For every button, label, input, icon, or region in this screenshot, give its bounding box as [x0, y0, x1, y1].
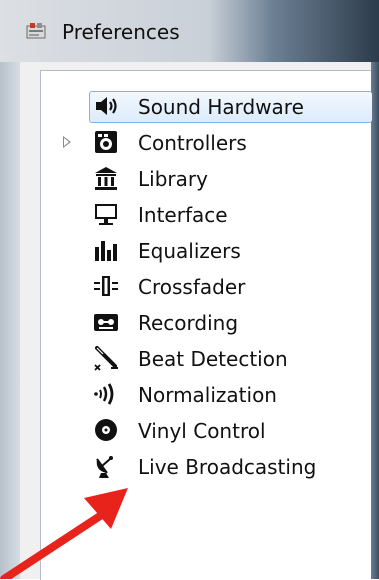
tree-item-label: Crossfader — [138, 275, 246, 299]
tree-item-label: Live Broadcasting — [138, 455, 317, 479]
crossfader-icon — [94, 276, 118, 296]
tree-item-interface[interactable]: Interface — [41, 198, 371, 232]
monitor-icon — [95, 204, 117, 225]
tree-item-label: Beat Detection — [138, 347, 288, 371]
tree-item-normalization[interactable]: Normalization — [41, 378, 371, 412]
tree-item-live-broadcasting[interactable]: Live Broadcasting — [41, 450, 371, 484]
tree-item-library[interactable]: Library — [41, 162, 371, 196]
satellite-dish-icon — [96, 456, 113, 478]
tree-item-equalizers[interactable]: Equalizers — [41, 234, 371, 268]
tree-item-controllers[interactable]: Controllers — [41, 126, 371, 160]
title-bar[interactable]: Preferences — [0, 0, 379, 62]
tree-item-label: Library — [138, 167, 208, 191]
tree-item-label: Sound Hardware — [138, 95, 304, 119]
beat-detection-icon — [94, 346, 118, 371]
tree-item-label: Normalization — [138, 383, 277, 407]
window-frame-left — [0, 62, 20, 579]
expand-arrow-icon[interactable] — [63, 136, 71, 148]
window-title: Preferences — [62, 20, 180, 44]
tree-item-beat-detection[interactable]: Beat Detection — [41, 342, 371, 376]
speaker-icon — [96, 97, 117, 115]
tree-item-vinyl-control[interactable]: Vinyl Control — [41, 414, 371, 448]
equalizer-icon — [95, 241, 117, 261]
window-frame-right — [371, 62, 379, 579]
tree-item-recording[interactable]: Recording — [41, 306, 371, 340]
tree-item-label: Vinyl Control — [138, 419, 266, 443]
tree-item-sound-hardware[interactable]: Sound Hardware — [41, 90, 372, 124]
preferences-app-icon — [26, 23, 46, 39]
tree-item-label: Recording — [138, 311, 239, 335]
recording-icon — [94, 314, 118, 331]
vinyl-icon — [95, 419, 117, 441]
preferences-tree[interactable]: Sound Hardware Controllers Library Inter… — [40, 70, 372, 580]
controller-icon — [95, 131, 117, 153]
library-icon — [95, 167, 117, 190]
tree-item-label: Equalizers — [138, 239, 241, 263]
tree-item-crossfader[interactable]: Crossfader — [41, 270, 371, 304]
normalization-icon — [94, 383, 114, 405]
tree-item-label: Controllers — [138, 131, 247, 155]
tree-item-label: Interface — [138, 203, 228, 227]
